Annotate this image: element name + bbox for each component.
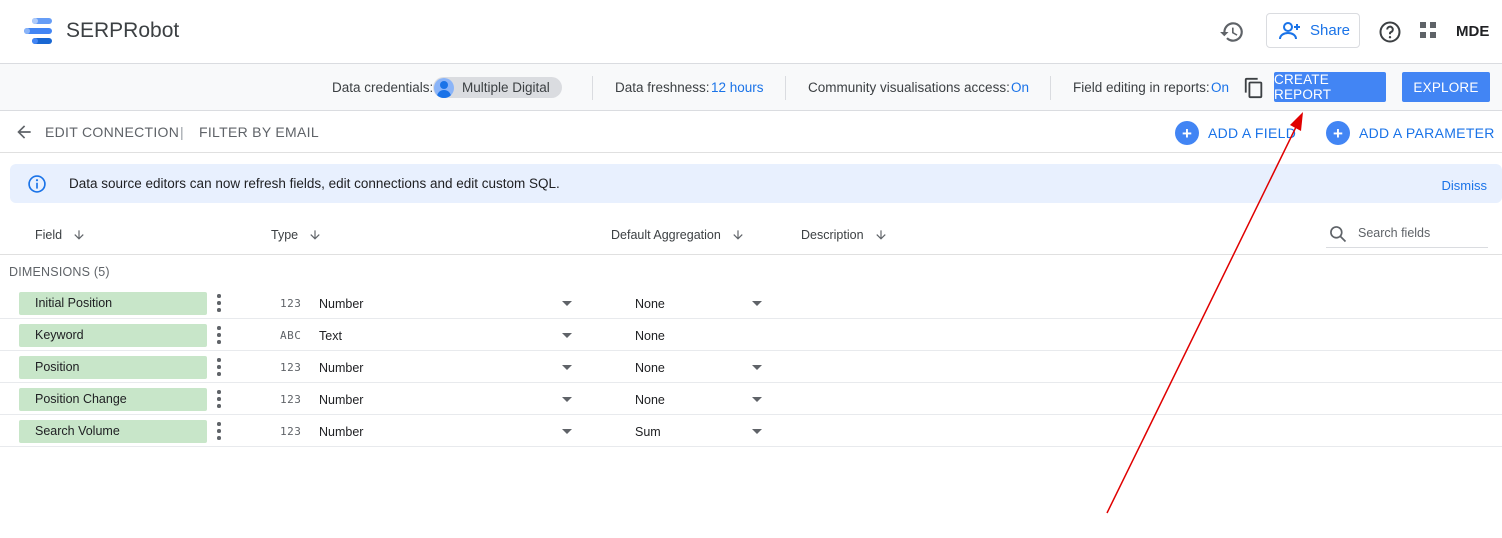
column-header-label: Type: [271, 228, 299, 242]
field-type-select[interactable]: Number: [319, 425, 363, 439]
field-name-chip[interactable]: Position Change: [19, 388, 207, 411]
field-name-chip[interactable]: Search Volume: [19, 420, 207, 443]
field-name-chip[interactable]: Initial Position: [19, 292, 207, 315]
copy-icon[interactable]: [1243, 77, 1265, 99]
freshness-label: Data freshness:: [615, 80, 710, 95]
field-name-chip[interactable]: Keyword: [19, 324, 207, 347]
dropdown-arrow-icon[interactable]: [562, 429, 572, 434]
aggregation-select[interactable]: None: [635, 297, 665, 311]
field-editing-label: Field editing in reports:: [1073, 80, 1210, 95]
more-vert-icon[interactable]: [216, 390, 222, 408]
type-icon: ABC: [280, 329, 302, 342]
aggregation-select[interactable]: None: [635, 329, 665, 343]
column-header-label: Default Aggregation: [611, 228, 721, 242]
freshness-value-link[interactable]: 12 hours: [711, 80, 764, 95]
edit-connection-link[interactable]: EDIT CONNECTION: [45, 124, 179, 140]
field-name-chip[interactable]: Position: [19, 356, 207, 379]
search-fields: [1326, 222, 1488, 248]
history-icon[interactable]: [1219, 19, 1245, 45]
column-header-label: Description: [801, 228, 864, 242]
type-icon: 123: [280, 425, 302, 438]
column-header-field[interactable]: Field: [35, 228, 86, 242]
looker-studio-logo-icon: [24, 18, 52, 44]
field-editing-value-link[interactable]: On: [1211, 80, 1229, 95]
dropdown-arrow-icon[interactable]: [562, 333, 572, 338]
aggregation-select[interactable]: None: [635, 393, 665, 407]
sort-arrow-down-icon: [310, 230, 320, 240]
toolbar-divider: [1050, 76, 1051, 100]
dismiss-button[interactable]: Dismiss: [1442, 178, 1488, 193]
plus-icon: +: [1326, 121, 1350, 145]
filter-by-email-link[interactable]: FILTER BY EMAIL: [199, 124, 319, 140]
sort-arrow-down-icon: [875, 230, 886, 240]
field-type-select[interactable]: Number: [319, 297, 363, 311]
community-access-value-link[interactable]: On: [1011, 80, 1029, 95]
more-vert-icon[interactable]: [216, 294, 222, 312]
more-vert-icon[interactable]: [216, 358, 222, 376]
banner-message: Data source editors can now refresh fiel…: [69, 176, 560, 191]
divider: [0, 254, 1502, 255]
credentials-label: Data credentials:: [332, 80, 434, 95]
add-field-button[interactable]: + ADD A FIELD: [1175, 121, 1296, 145]
table-row: Position Change 123 Number None: [0, 383, 1502, 415]
table-row: Initial Position 123 Number None: [0, 287, 1502, 319]
dropdown-arrow-icon[interactable]: [752, 301, 762, 306]
more-vert-icon[interactable]: [216, 422, 222, 440]
add-person-icon: [1279, 21, 1300, 39]
dropdown-arrow-icon[interactable]: [562, 397, 572, 402]
user-account[interactable]: MDE: [1456, 23, 1489, 40]
table-row: Position 123 Number None: [0, 351, 1502, 383]
community-access-label: Community visualisations access:: [808, 80, 1010, 95]
aggregation-select[interactable]: None: [635, 361, 665, 375]
apps-grid-icon[interactable]: [1420, 22, 1438, 40]
search-icon: [1330, 226, 1347, 243]
sort-arrow-down-icon: [74, 230, 84, 240]
create-report-button[interactable]: CREATE REPORT: [1274, 72, 1386, 102]
plus-icon: +: [1175, 121, 1199, 145]
column-header-aggregation[interactable]: Default Aggregation: [611, 228, 745, 242]
field-type-select[interactable]: Text: [319, 329, 342, 343]
help-icon[interactable]: [1378, 20, 1402, 44]
app-title: SERPRobot: [66, 19, 180, 42]
data-source-toolbar: Data credentials: Multiple Digital Data …: [0, 63, 1502, 111]
table-row: Search Volume 123 Number Sum: [0, 415, 1502, 447]
divider: [0, 152, 1502, 153]
credentials-chip[interactable]: Multiple Digital: [433, 77, 562, 98]
credentials-value: Multiple Digital: [462, 80, 550, 95]
type-icon: 123: [280, 393, 302, 406]
aggregation-select[interactable]: Sum: [635, 425, 661, 439]
back-arrow-icon[interactable]: [14, 122, 34, 142]
dropdown-arrow-icon[interactable]: [562, 301, 572, 306]
column-header-label: Field: [35, 228, 63, 242]
field-type-select[interactable]: Number: [319, 361, 363, 375]
field-type-select[interactable]: Number: [319, 393, 363, 407]
info-icon: [28, 175, 46, 193]
type-icon: 123: [280, 297, 302, 310]
add-parameter-label: ADD A PARAMETER: [1359, 125, 1495, 141]
explore-button[interactable]: EXPLORE: [1402, 72, 1490, 102]
dropdown-arrow-icon[interactable]: [752, 429, 762, 434]
avatar: [434, 77, 454, 98]
row-divider: [0, 446, 1502, 447]
table-row: Keyword ABC Text None: [0, 319, 1502, 351]
share-label: Share: [1310, 22, 1351, 39]
more-vert-icon[interactable]: [216, 326, 222, 344]
add-field-label: ADD A FIELD: [1208, 125, 1297, 141]
toolbar-divider: [785, 76, 786, 100]
dropdown-arrow-icon[interactable]: [562, 365, 572, 370]
dropdown-arrow-icon[interactable]: [752, 397, 762, 402]
toolbar-divider: [592, 76, 593, 100]
top-header: SERPRobot Share MDE: [0, 0, 1502, 63]
dimensions-section-title: DIMENSIONS (5): [9, 265, 110, 279]
search-input[interactable]: [1358, 226, 1486, 240]
column-header-type[interactable]: Type: [271, 228, 322, 242]
info-banner: Data source editors can now refresh fiel…: [10, 164, 1502, 203]
column-header-description[interactable]: Description: [801, 228, 888, 242]
add-parameter-button[interactable]: + ADD A PARAMETER: [1326, 121, 1495, 145]
type-icon: 123: [280, 361, 302, 374]
nav-divider: |: [180, 124, 184, 140]
sort-arrow-down-icon: [733, 230, 743, 240]
share-button[interactable]: Share: [1266, 13, 1360, 48]
dropdown-arrow-icon[interactable]: [752, 365, 762, 370]
